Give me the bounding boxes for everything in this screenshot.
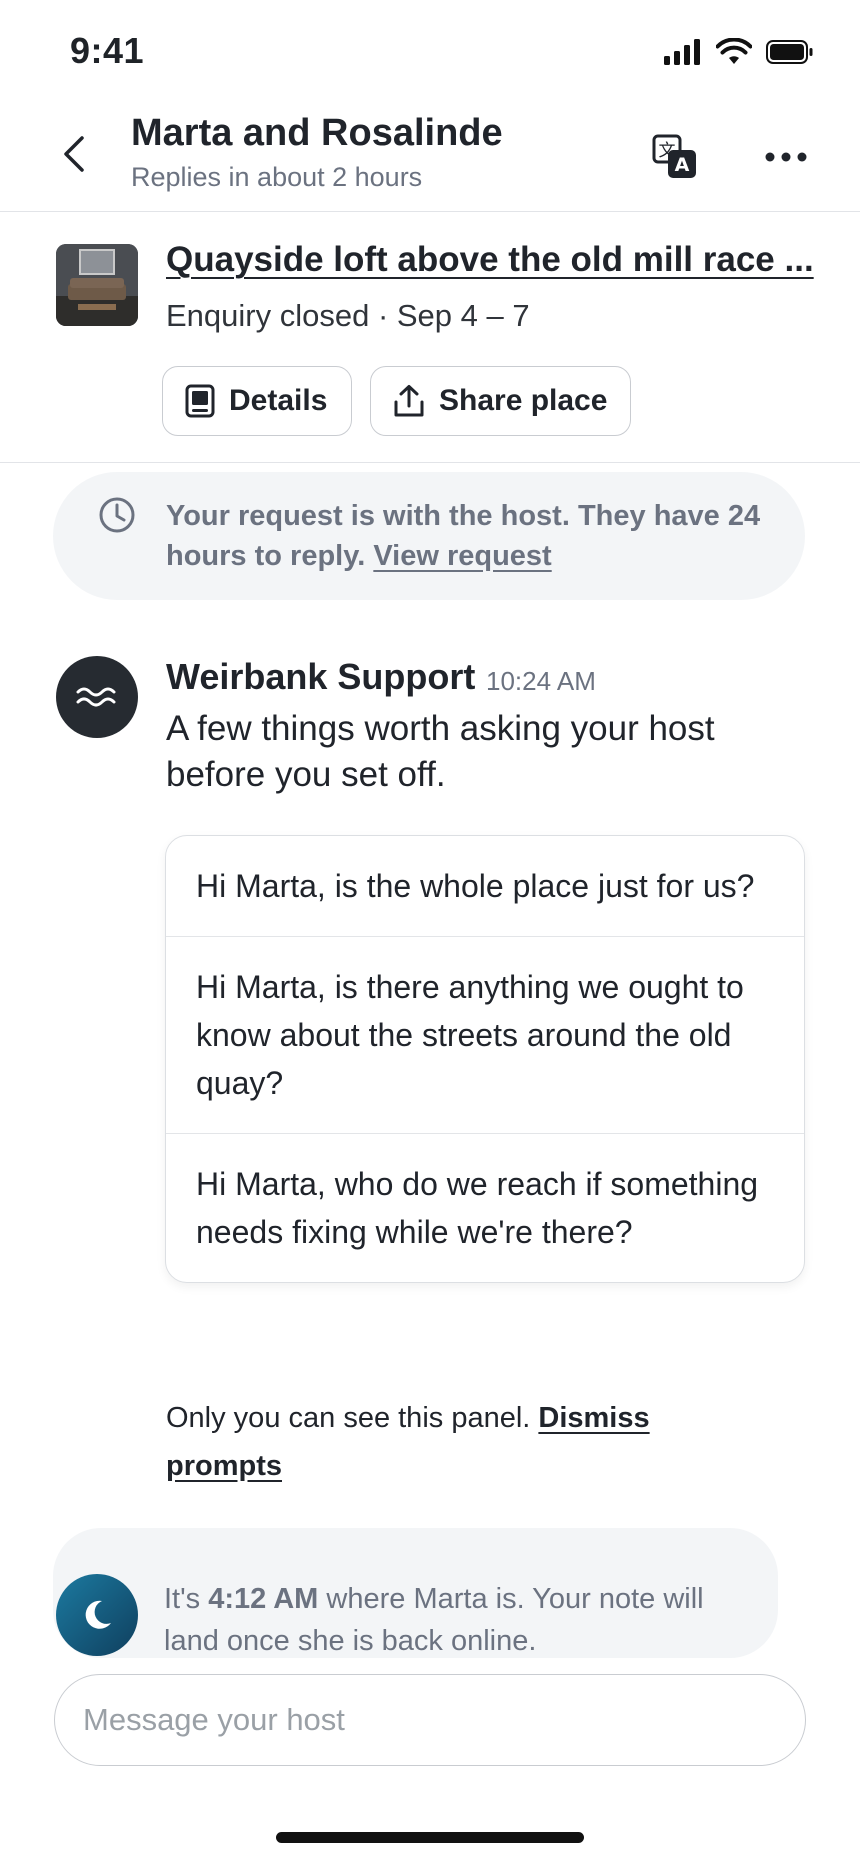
share-place-button[interactable]: Share place: [370, 366, 631, 436]
view-request-link[interactable]: View request: [373, 540, 551, 572]
battery-icon: [766, 40, 813, 64]
request-notice-text: Your request is with the host. They have…: [166, 496, 766, 576]
suggested-prompt[interactable]: Hi Marta, who do we reach if something n…: [166, 1134, 804, 1282]
header-divider: [0, 211, 860, 212]
suggested-prompts-panel: Hi Marta, is the whole place just for us…: [165, 835, 805, 1283]
clock-icon: [99, 497, 135, 533]
translate-icon[interactable]: 文 A: [652, 134, 698, 180]
share-icon: [394, 385, 424, 417]
listing-thumbnail[interactable]: [56, 244, 138, 326]
host-timezone-text: It's 4:12 AM where Marta is. Your note w…: [164, 1578, 764, 1654]
listing-status: Enquiry closed · Sep 4 – 7: [166, 298, 530, 333]
panel-visibility-note: Only you can see this panel. Dismiss pro…: [166, 1394, 726, 1490]
timezone-prefix: It's: [164, 1583, 201, 1615]
more-options-icon[interactable]: [764, 140, 808, 174]
home-indicator[interactable]: [276, 1832, 584, 1843]
cellular-signal-icon: [664, 39, 700, 65]
moon-icon: [85, 1600, 111, 1629]
back-chevron-icon[interactable]: [56, 134, 96, 174]
message-timestamp: 10:24 AM: [486, 666, 596, 696]
response-time-subtitle: Replies in about 2 hours: [131, 162, 423, 192]
listing-title-link[interactable]: Quayside loft above the old mill race ..…: [166, 240, 814, 280]
wifi-icon: [716, 38, 752, 64]
panel-note-text: Only you can see this panel.: [166, 1402, 531, 1434]
message-input[interactable]: [55, 1675, 805, 1765]
details-button[interactable]: Details: [162, 366, 352, 436]
status-icons: [664, 38, 814, 66]
share-place-button-label: Share place: [439, 384, 608, 417]
listing-divider: [0, 462, 860, 463]
timezone-avatar: [56, 1574, 138, 1656]
support-avatar: [56, 656, 138, 738]
host-local-time: 4:12 AM: [208, 1583, 319, 1615]
status-time: 9:41: [70, 30, 145, 71]
message-sender: Weirbank Support: [166, 656, 476, 697]
details-button-label: Details: [229, 384, 328, 417]
suggested-prompt[interactable]: Hi Marta, is there anything we ought to …: [166, 937, 804, 1134]
conversation-title: Marta and Rosalinde: [131, 112, 503, 154]
message-body: A few things worth asking your host befo…: [166, 709, 715, 794]
suggested-prompt[interactable]: Hi Marta, is the whole place just for us…: [166, 836, 804, 937]
svg-text:A: A: [675, 154, 690, 176]
document-icon: [185, 384, 215, 418]
message-composer[interactable]: [54, 1674, 806, 1766]
waves-logo-icon: [76, 687, 116, 707]
